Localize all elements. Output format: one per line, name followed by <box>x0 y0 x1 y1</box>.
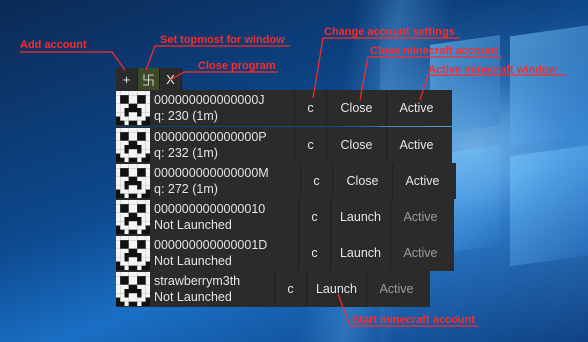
account-status: Not Launched <box>154 290 232 304</box>
add-account-button[interactable]: + <box>116 68 138 90</box>
avatar-icon <box>116 200 150 234</box>
active-button[interactable]: Active <box>390 235 450 271</box>
account-row: 000000000000000J q: 230 (1m) c Close Act… <box>116 90 452 126</box>
active-button[interactable]: Active <box>390 199 450 235</box>
topmost-toggle-button[interactable]: 卐 <box>138 68 160 90</box>
annotation-change-settings: Change account settings <box>324 26 455 38</box>
account-name: 0000000000000010 <box>154 202 266 216</box>
toolbar: + 卐 X <box>116 68 182 90</box>
settings-button[interactable]: c <box>298 235 330 271</box>
active-button[interactable]: Active <box>366 271 426 307</box>
avatar-icon <box>116 128 150 162</box>
account-info: 000000000000000J q: 230 (1m) <box>154 92 294 124</box>
account-row: 0000000000000010 Not Launched c Launch A… <box>116 199 454 235</box>
annotation-close-minecraft: Close minecraft account <box>370 45 498 57</box>
account-name: strawberrym3th <box>154 274 241 288</box>
wallpaper-window-pane <box>510 23 588 147</box>
account-info: 000000000000000M q: 272 (1m) <box>154 165 300 197</box>
account-status: q: 230 (1m) <box>154 109 218 123</box>
account-row: 000000000000000M q: 272 (1m) c Close Act… <box>116 163 456 199</box>
annotation-active-window: Active minecraft window <box>428 64 557 76</box>
settings-button[interactable]: c <box>294 90 326 126</box>
account-info: 000000000000001D Not Launched <box>154 237 298 269</box>
annotation-close-program: Close program <box>198 60 276 72</box>
avatar-icon <box>116 236 150 270</box>
account-status: Not Launched <box>154 254 232 268</box>
wallpaper-window-pane <box>510 143 588 267</box>
active-button[interactable]: Active <box>392 163 452 199</box>
account-name: 000000000000000M <box>154 166 269 180</box>
account-name: 000000000000000J <box>154 93 265 107</box>
launch-button[interactable]: Launch <box>306 271 366 307</box>
annotation-set-topmost: Set topmost for window <box>160 34 285 46</box>
close-program-button[interactable]: X <box>160 68 182 90</box>
launch-button[interactable]: Launch <box>330 199 390 235</box>
settings-button[interactable]: c <box>294 127 326 163</box>
avatar-icon <box>116 164 150 198</box>
annotation-start-minecraft: Start minecraft account <box>352 314 475 326</box>
active-button[interactable]: Active <box>386 90 446 126</box>
active-button[interactable]: Active <box>386 127 446 163</box>
account-row: 000000000000000P q: 232 (1m) c Close Act… <box>116 127 452 163</box>
account-row: 000000000000001D Not Launched c Launch A… <box>116 235 454 271</box>
settings-button[interactable]: c <box>300 163 332 199</box>
settings-button[interactable]: c <box>298 199 330 235</box>
close-button[interactable]: Close <box>326 90 386 126</box>
close-button[interactable]: Close <box>326 127 386 163</box>
close-button[interactable]: Close <box>332 163 392 199</box>
avatar-icon <box>116 272 150 306</box>
launch-button[interactable]: Launch <box>330 235 390 271</box>
account-name: 000000000000001D <box>154 238 268 252</box>
account-name: 000000000000000P <box>154 130 267 144</box>
account-status: q: 232 (1m) <box>154 146 218 160</box>
avatar-icon <box>116 91 150 125</box>
settings-button[interactable]: c <box>274 271 306 307</box>
account-status: q: 272 (1m) <box>154 182 218 196</box>
account-info: strawberrym3th Not Launched <box>154 273 274 305</box>
annotation-add-account: Add account <box>20 39 87 51</box>
account-row: strawberrym3th Not Launched c Launch Act… <box>116 271 430 307</box>
account-status: Not Launched <box>154 218 232 232</box>
account-info: 0000000000000010 Not Launched <box>154 201 298 233</box>
account-info: 000000000000000P q: 232 (1m) <box>154 129 294 161</box>
